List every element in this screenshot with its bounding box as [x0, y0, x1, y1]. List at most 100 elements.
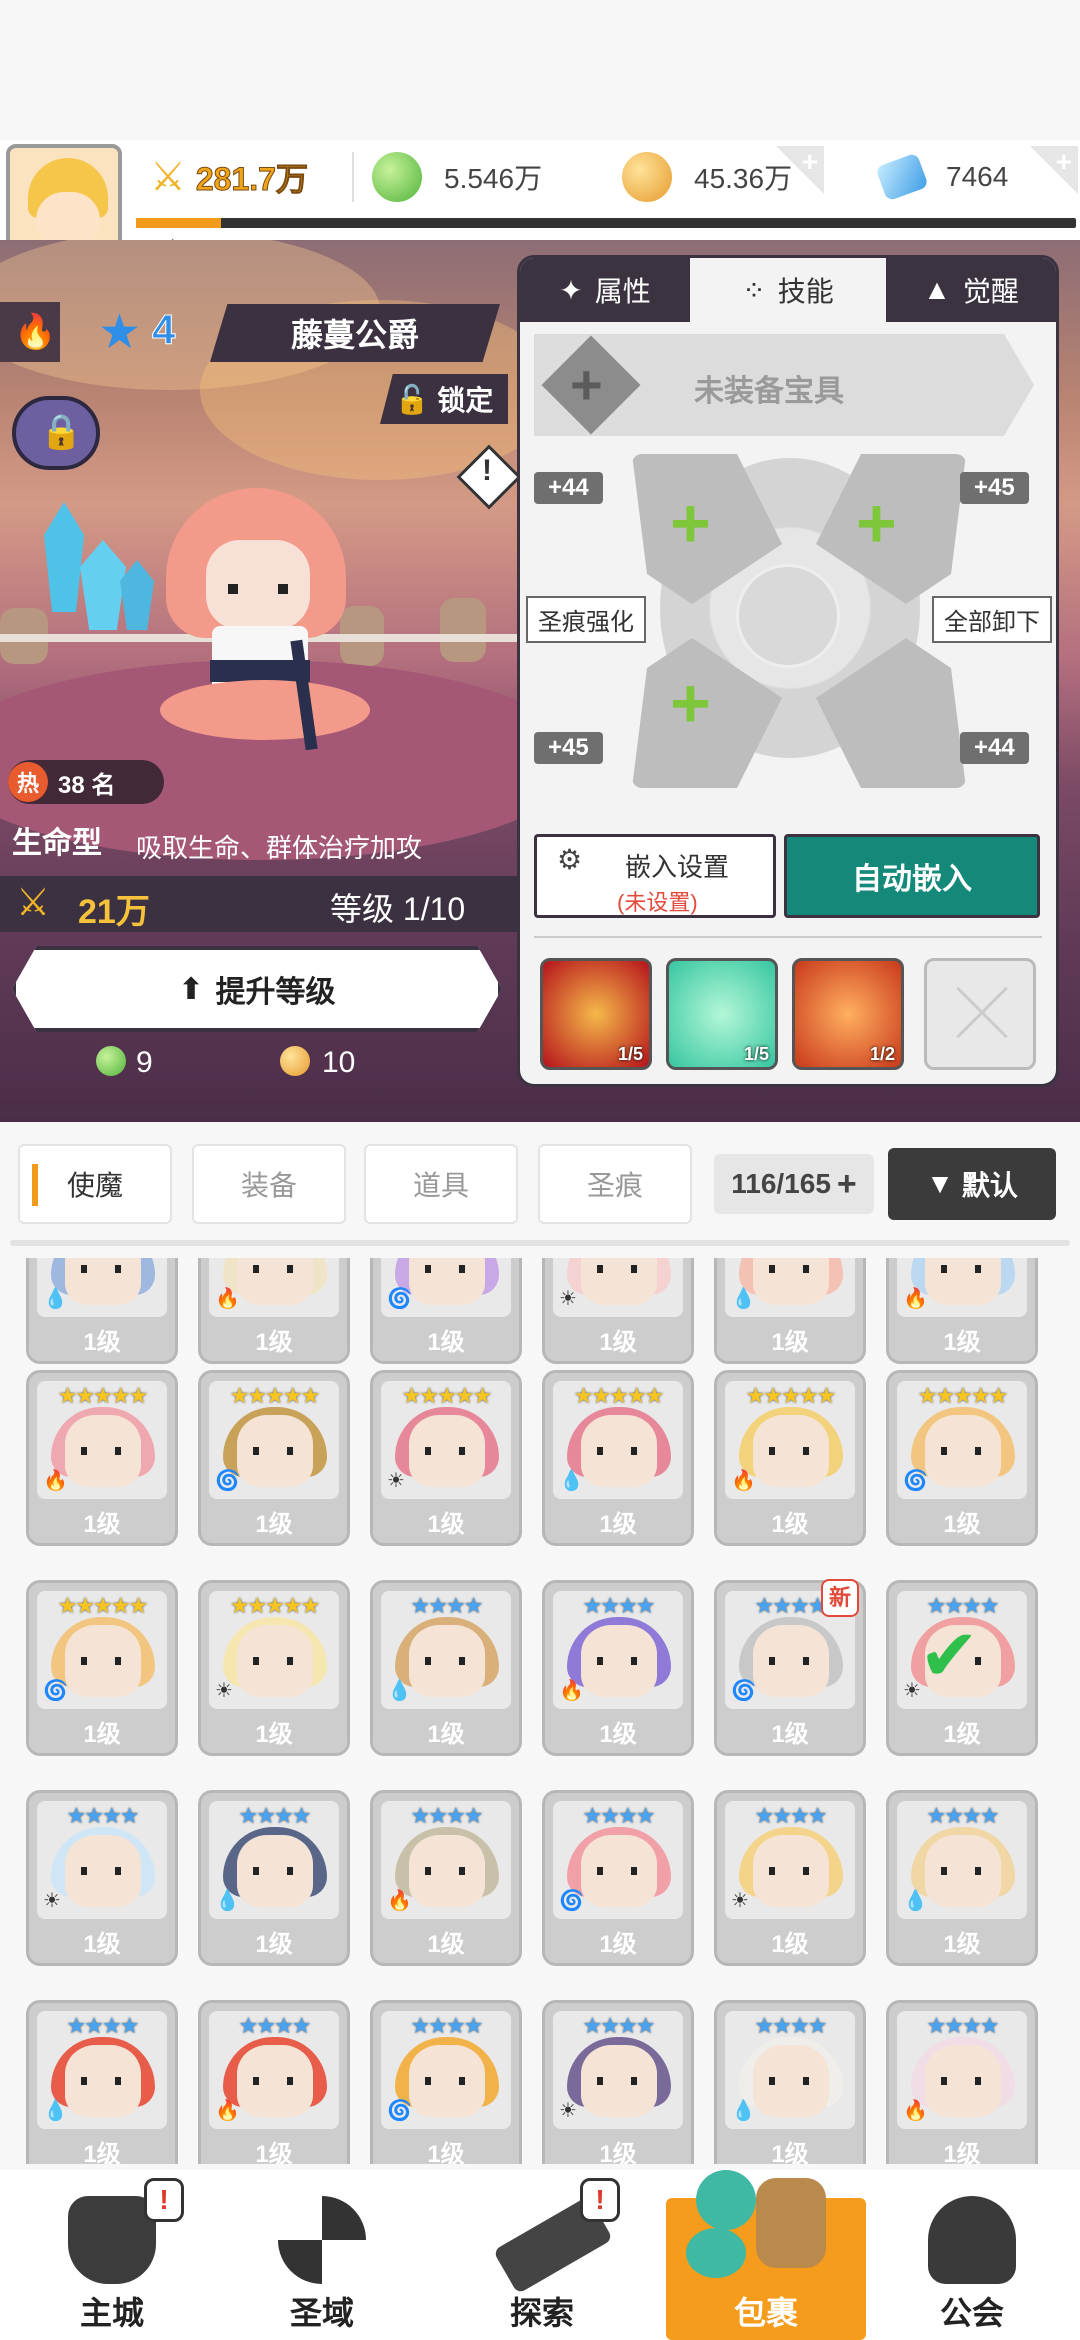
familiar-card[interactable]: ★★★★ 💧 1级: [714, 2000, 866, 2164]
green-currency[interactable]: 5.546万: [372, 148, 542, 206]
tab-attributes[interactable]: ✦ 属性: [520, 258, 690, 322]
familiar-portrait: 💧: [37, 1258, 167, 1317]
familiar-level: 1级: [83, 1329, 121, 1356]
familiar-card[interactable]: ★★★★★ ☀ 1级: [370, 1370, 522, 1546]
tab-label: 觉醒: [962, 276, 1019, 307]
power-display: ⚔ 281.7万: [150, 148, 308, 206]
familiar-card[interactable]: 🔥 1级: [198, 1258, 350, 1364]
familiar-level: 1级: [599, 1721, 637, 1748]
familiar-card[interactable]: ★★★★★ 🌀 1级: [198, 1370, 350, 1546]
sort-button[interactable]: ▼ 默认: [888, 1148, 1056, 1220]
familiar-card[interactable]: ★★★★ 🌀 1级: [370, 2000, 522, 2164]
familiar-card[interactable]: ★★★★★ ☀ 1级: [198, 1580, 350, 1756]
element-icon: ☀: [559, 1288, 577, 1310]
familiar-card[interactable]: ★★★★ ☀ 1级 ✔: [886, 1580, 1038, 1756]
nav-explore[interactable]: ! 探索: [442, 2170, 642, 2340]
familiar-card[interactable]: ★★★★ ☀ 1级: [714, 1790, 866, 1966]
familiar-eyes: [81, 1265, 121, 1273]
tab-familiars[interactable]: 使魔: [18, 1144, 172, 1224]
familiar-level: 1级: [83, 1721, 121, 1748]
nav-bag[interactable]: 包裹: [666, 2170, 866, 2340]
artifact-slot[interactable]: + 未装备宝具: [534, 334, 1034, 436]
familiar-level: 1级: [771, 1511, 809, 1538]
unload-all-button[interactable]: 全部卸下: [932, 596, 1052, 643]
heart-fire-skill-icon[interactable]: 1/2: [792, 958, 904, 1070]
familiar-card[interactable]: ★★★★★ 🔥 1级: [26, 1370, 178, 1546]
familiar-card[interactable]: ★★★★ 🌀 1级新: [714, 1579, 866, 1756]
auto-inlay-button[interactable]: 自动嵌入: [784, 834, 1040, 918]
element-icon: 💧: [903, 1890, 928, 1912]
familiar-portrait: ★★★★★ 🔥: [725, 1381, 855, 1499]
familiar-card[interactable]: ★★★★★ 🔥 1级: [714, 1370, 866, 1546]
familiar-eyes: [425, 1657, 465, 1665]
familiar-card[interactable]: 🌀 1级: [370, 1258, 522, 1364]
lock-button[interactable]: 🔓 锁定: [380, 374, 508, 424]
star-rating: ★★★★: [410, 1593, 484, 1618]
scroll-track: [10, 1240, 1070, 1246]
nav-guild[interactable]: 公会: [872, 2170, 1072, 2340]
tab-skills[interactable]: ⁘ 技能: [690, 258, 886, 322]
familiar-card[interactable]: ★★★★ 🔥 1级: [198, 2000, 350, 2164]
familiar-card[interactable]: ★★★★ 💧 1级: [198, 1790, 350, 1966]
familiar-card[interactable]: ★★★★ 🔥 1级: [886, 2000, 1038, 2164]
tab-awaken[interactable]: ▲ 觉醒: [886, 258, 1056, 322]
swirl-skill-icon[interactable]: 1/5: [540, 958, 652, 1070]
familiar-card[interactable]: ★★★★ 💧 1级: [26, 2000, 178, 2164]
star-rating: ★★★★★: [573, 1383, 665, 1408]
exclamation-icon: !: [482, 454, 492, 487]
locked-pet-icon[interactable]: 🔒: [12, 396, 100, 470]
familiar-grid: 💧 1级 🔥 1级 🌀 1级 ☀ 1级 💧 1级 🔥 1级 ★★★★★ 🔥 1级 ★★★★★ 🌀 1级 ★★★★★ ☀…: [0, 1258, 1080, 2164]
tab-items[interactable]: 道具: [364, 1144, 518, 1224]
familiar-level: 1级: [771, 1931, 809, 1958]
sword-laurel-skill-icon[interactable]: 1/5: [666, 958, 778, 1070]
diamond-currency[interactable]: 7464: [875, 148, 1009, 206]
familiar-eyes: [769, 1447, 809, 1455]
upgrade-level-button[interactable]: ⬆ 提升等级: [12, 946, 502, 1032]
tab-label: 技能: [777, 276, 834, 307]
familiar-card[interactable]: ★★★★ 💧 1级: [370, 1580, 522, 1756]
plus-icon: +: [836, 1164, 857, 1203]
skill-count: 1/5: [743, 1044, 769, 1064]
familiar-card[interactable]: 🔥 1级: [886, 1258, 1038, 1364]
familiar-eyes: [941, 1447, 981, 1455]
familiar-eyes: [425, 2077, 465, 2085]
familiar-card[interactable]: ★★★★ 💧 1级: [886, 1790, 1038, 1966]
familiar-card[interactable]: ★★★★ ☀ 1级: [542, 2000, 694, 2164]
familiar-level: 1级: [771, 1329, 809, 1356]
element-icon: ☀: [215, 1680, 233, 1702]
stigma-enhance-button[interactable]: 圣痕强化: [526, 596, 646, 643]
divider: [534, 936, 1042, 938]
familiar-card[interactable]: ★★★★ 🔥 1级: [542, 1580, 694, 1756]
star-rating: ★★★★: [410, 1803, 484, 1828]
star-rating: ★★★★: [754, 1803, 828, 1828]
nav-sanctuary[interactable]: 圣域: [222, 2170, 422, 2340]
element-icon: 💧: [43, 2100, 68, 2122]
tab-stigma[interactable]: 圣痕: [538, 1144, 692, 1224]
tab-equipment[interactable]: 装备: [192, 1144, 346, 1224]
familiar-card[interactable]: ★★★★ 🔥 1级: [370, 1790, 522, 1966]
diamond-value: 7464: [946, 161, 1009, 192]
familiar-card[interactable]: ★★★★ ☀ 1级: [26, 1790, 178, 1966]
capacity-button[interactable]: 116/165 +: [714, 1154, 874, 1214]
familiar-card[interactable]: ★★★★★ 🌀 1级: [886, 1370, 1038, 1546]
familiar-eyes: [597, 2077, 637, 2085]
familiar-eyes: [597, 1867, 637, 1875]
element-icon: 🌀: [903, 1470, 928, 1492]
inlay-settings-button[interactable]: ⚙ 嵌入设置 (未设置): [534, 834, 776, 918]
familiar-card[interactable]: 💧 1级: [714, 1258, 866, 1364]
star-rating: ★★★★★: [917, 1383, 1009, 1408]
familiar-eyes: [253, 2077, 293, 2085]
star-rating: ★★★★★: [229, 1383, 321, 1408]
familiar-eyes: [253, 1867, 293, 1875]
fire-element-icon: 🔥: [14, 313, 57, 351]
element-icon: 🔥: [215, 1288, 240, 1310]
familiar-card[interactable]: ★★★★★ 💧 1级: [542, 1370, 694, 1546]
star-rating: ★★★★: [582, 2013, 656, 2038]
nav-main-city[interactable]: ! 主城: [12, 2170, 212, 2340]
familiar-level: 1级: [599, 2141, 637, 2164]
familiar-card[interactable]: ★★★★ 🌀 1级: [542, 1790, 694, 1966]
familiar-card[interactable]: ★★★★★ 🌀 1级: [26, 1580, 178, 1756]
gold-currency[interactable]: 45.36万: [622, 148, 792, 206]
familiar-card[interactable]: 💧 1级: [26, 1258, 178, 1364]
familiar-card[interactable]: ☀ 1级: [542, 1258, 694, 1364]
